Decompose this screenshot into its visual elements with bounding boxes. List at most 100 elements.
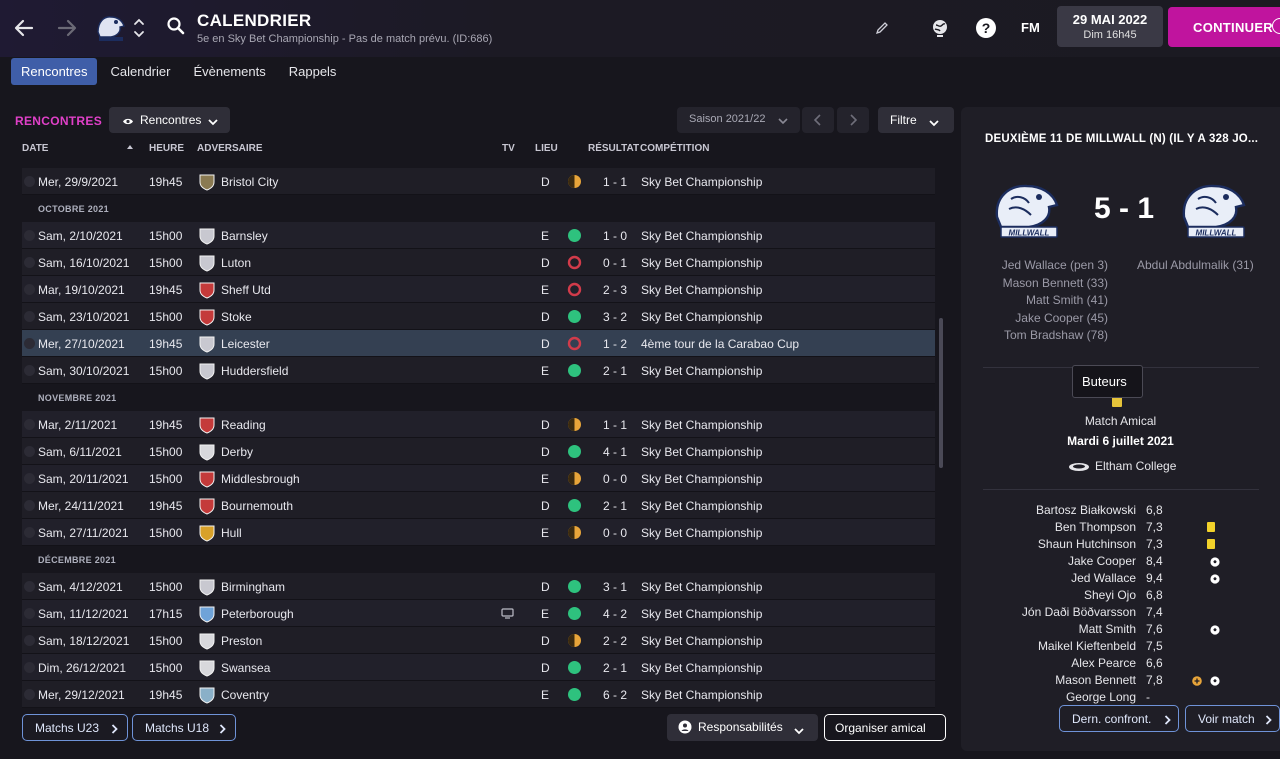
row-select-dot[interactable] — [24, 581, 35, 592]
fixture-competition[interactable]: Sky Bet Championship — [641, 688, 762, 702]
opponent-crest-icon[interactable] — [198, 416, 216, 434]
fixture-competition[interactable]: Sky Bet Championship — [641, 229, 762, 243]
fixture-row[interactable]: Sam, 4/12/2021 15h00 Birmingham D 3 - 1 Sky B… — [22, 573, 935, 600]
row-select-dot[interactable] — [24, 662, 35, 673]
previous-season-button[interactable] — [802, 107, 834, 133]
fixture-score[interactable]: 1 - 1 — [597, 175, 633, 189]
club-switch-chevrons-icon[interactable] — [132, 15, 146, 41]
opponent-crest-icon[interactable] — [198, 254, 216, 272]
opponent-crest-icon[interactable] — [198, 335, 216, 353]
u23-matches-button[interactable]: Matchs U23 — [22, 714, 128, 741]
fixture-score[interactable]: 4 - 1 — [597, 445, 633, 459]
filter-dropdown[interactable]: Filtre — [878, 107, 954, 133]
col-header-date[interactable]: DATE — [22, 143, 48, 154]
tab-calendrier[interactable]: Calendrier — [100, 58, 180, 85]
player-rating-row[interactable]: Mason Bennett 7,8 — [961, 673, 1280, 690]
row-select-dot[interactable] — [24, 689, 35, 700]
fixture-row[interactable]: Sam, 20/11/2021 15h00 Middlesbrough E 0 - 0 S… — [22, 465, 935, 492]
fixture-score[interactable]: 4 - 2 — [597, 607, 633, 621]
player-rating-row[interactable]: Jake Cooper 8,4 — [961, 554, 1280, 571]
player-name[interactable]: Jake Cooper — [1068, 554, 1136, 568]
player-name[interactable]: George Long — [1066, 690, 1136, 704]
row-select-dot[interactable] — [24, 311, 35, 322]
fixture-row[interactable]: Mer, 29/12/2021 19h45 Coventry E 6 - 2 Sky Be… — [22, 681, 935, 708]
col-header-opponent[interactable]: ADVERSAIRE — [197, 143, 263, 154]
home-scorer[interactable]: Jake Cooper (45) — [1002, 310, 1108, 328]
fixture-competition[interactable]: Sky Bet Championship — [641, 283, 762, 297]
player-name[interactable]: Ben Thompson — [1055, 520, 1136, 534]
opponent-name[interactable]: Coventry — [221, 688, 269, 702]
fixture-competition[interactable]: Sky Bet Championship — [641, 418, 762, 432]
opponent-name[interactable]: Peterborough — [221, 607, 294, 621]
player-rating-row[interactable]: Matt Smith 7,6 — [961, 622, 1280, 639]
opponent-crest-icon[interactable] — [198, 308, 216, 326]
fixture-competition[interactable]: 4ème tour de la Carabao Cup — [641, 337, 799, 351]
opponent-name[interactable]: Huddersfield — [221, 364, 288, 378]
forward-arrow-icon[interactable] — [55, 16, 79, 40]
row-select-dot[interactable] — [24, 419, 35, 430]
fixture-row[interactable]: Mer, 29/9/2021 19h45 Bristol City D 1 - 1 Sky… — [22, 168, 935, 195]
fixture-competition[interactable]: Sky Bet Championship — [641, 661, 762, 675]
fixture-competition[interactable]: Sky Bet Championship — [641, 175, 762, 189]
fixture-score[interactable]: 2 - 2 — [597, 634, 633, 648]
next-season-button[interactable] — [837, 107, 869, 133]
fm-menu-button[interactable]: FM — [1021, 20, 1040, 35]
fixture-row[interactable]: Sam, 23/10/2021 15h00 Stoke D 3 - 2 Sky Bet C… — [22, 303, 935, 330]
responsibilities-dropdown[interactable]: Responsabilités — [667, 714, 818, 741]
sort-ascending-icon[interactable] — [126, 143, 134, 154]
row-select-dot[interactable] — [24, 284, 35, 295]
last-meetings-button[interactable]: Dern. confront. — [1059, 705, 1179, 732]
opponent-name[interactable]: Bristol City — [221, 175, 278, 189]
tab-evenements[interactable]: Évènements — [183, 58, 275, 85]
col-header-venue[interactable]: LIEU — [535, 143, 558, 154]
view-select-dropdown[interactable]: Rencontres — [109, 107, 230, 133]
fixture-score[interactable]: 3 - 2 — [597, 310, 633, 324]
player-rating-row[interactable]: Alex Pearce 6,6 — [961, 656, 1280, 673]
fixture-row[interactable]: Sam, 18/12/2021 15h00 Preston D 2 - 2 Sky Bet… — [22, 627, 935, 654]
fixture-row[interactable]: Sam, 11/12/2021 17h15 Peterborough E 4 - 2 Sk… — [22, 600, 935, 627]
season-select-dropdown[interactable]: Saison 2021/22 — [677, 107, 800, 133]
player-rating-row[interactable]: Maikel Kieftenbeld 7,5 — [961, 639, 1280, 656]
tab-rencontres[interactable]: Rencontres — [11, 58, 98, 85]
fixture-competition[interactable]: Sky Bet Championship — [641, 607, 762, 621]
fixture-row[interactable]: Sam, 30/10/2021 15h00 Huddersfield E 2 - 1 Sk… — [22, 357, 935, 384]
player-rating-row[interactable]: Sheyi Ojo 6,8 — [961, 588, 1280, 605]
opponent-crest-icon[interactable] — [198, 659, 216, 677]
opponent-name[interactable]: Reading — [221, 418, 266, 432]
row-select-dot[interactable] — [24, 230, 35, 241]
opponent-name[interactable]: Luton — [221, 256, 251, 270]
row-select-dot[interactable] — [24, 635, 35, 646]
fixture-score[interactable]: 2 - 1 — [597, 661, 633, 675]
opponent-name[interactable]: Birmingham — [221, 580, 285, 594]
row-select-dot[interactable] — [24, 527, 35, 538]
u18-matches-button[interactable]: Matchs U18 — [132, 714, 236, 741]
opponent-name[interactable]: Leicester — [221, 337, 270, 351]
fixture-competition[interactable]: Sky Bet Championship — [641, 310, 762, 324]
player-rating-row[interactable]: Jed Wallace 9,4 — [961, 571, 1280, 588]
opponent-name[interactable]: Middlesbrough — [221, 472, 300, 486]
opponent-crest-icon[interactable] — [198, 578, 216, 596]
row-select-dot[interactable] — [24, 608, 35, 619]
player-rating-row[interactable]: Jón Daði Böðvarsson 7,4 — [961, 605, 1280, 622]
opponent-name[interactable]: Swansea — [221, 661, 270, 675]
player-name[interactable]: Jed Wallace — [1071, 571, 1136, 585]
opponent-crest-icon[interactable] — [198, 443, 216, 461]
col-header-time[interactable]: HEURE — [149, 143, 184, 154]
opponent-name[interactable]: Hull — [221, 526, 242, 540]
fixture-score[interactable]: 1 - 0 — [597, 229, 633, 243]
fixture-score[interactable]: 3 - 1 — [597, 580, 633, 594]
fixture-competition[interactable]: Sky Bet Championship — [641, 526, 762, 540]
opponent-name[interactable]: Derby — [221, 445, 253, 459]
fixture-row[interactable]: Sam, 16/10/2021 15h00 Luton D 0 - 1 Sky Bet C… — [22, 249, 935, 276]
fixture-competition[interactable]: Sky Bet Championship — [641, 580, 762, 594]
home-crest-icon[interactable]: MILLWALL — [991, 175, 1065, 241]
col-header-result[interactable]: RÉSULTAT — [588, 143, 639, 154]
fixture-row[interactable]: Dim, 26/12/2021 15h00 Swansea D 2 - 1 Sky Bet… — [22, 654, 935, 681]
view-match-button[interactable]: Voir match — [1185, 705, 1280, 732]
fixture-score[interactable]: 1 - 1 — [597, 418, 633, 432]
player-name[interactable]: Alex Pearce — [1071, 656, 1136, 670]
world-globe-icon[interactable] — [929, 17, 951, 39]
away-scorer[interactable]: Abdul Abdulmalik (31) — [1137, 257, 1254, 275]
opponent-name[interactable]: Preston — [221, 634, 262, 648]
row-select-dot[interactable] — [24, 446, 35, 457]
